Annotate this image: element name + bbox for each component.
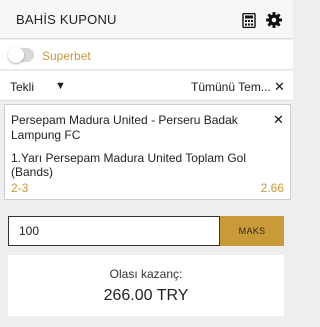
bet-odds: 2.66: [260, 181, 284, 195]
toggle-knob: [8, 47, 24, 63]
clear-all-close-icon[interactable]: ✕: [274, 79, 285, 95]
potential-winnings-label: Olası kazanç:: [109, 267, 183, 281]
superbet-row: Superbet: [0, 40, 293, 70]
betslip-header: BAHİS KUPONU: [0, 0, 293, 39]
clear-all-link[interactable]: Tümünü Tem...: [191, 80, 271, 94]
bet-match-name: Persepam Madura United - Perseru Badak L…: [11, 113, 238, 142]
bet-selection-card: Persepam Madura United - Perseru Badak L…: [4, 104, 291, 200]
bet-selection-value: 2-3: [11, 181, 29, 195]
max-stake-button[interactable]: MAKS: [220, 216, 284, 246]
stake-input[interactable]: [8, 216, 220, 246]
potential-winnings-amount: 266.00 TRY: [103, 287, 189, 304]
bet-type-select[interactable]: Tekli: [10, 80, 34, 94]
caret-down-icon[interactable]: ▼: [55, 80, 66, 92]
potential-winnings-panel: Olası kazanç: 266.00 TRY: [8, 255, 284, 316]
gear-icon[interactable]: [266, 12, 282, 28]
bet-type-row: Tekli ▼ Tümünü Tem... ✕: [0, 71, 293, 101]
bet-market-name: 1.Yarı Persepam Madura United Toplam Gol…: [11, 151, 247, 179]
superbet-toggle[interactable]: [8, 47, 34, 63]
calculator-icon[interactable]: [242, 13, 256, 28]
superbet-label: Superbet: [42, 49, 91, 63]
remove-bet-close-icon[interactable]: ✕: [273, 112, 284, 128]
betslip-title: BAHİS KUPONU: [16, 12, 117, 27]
